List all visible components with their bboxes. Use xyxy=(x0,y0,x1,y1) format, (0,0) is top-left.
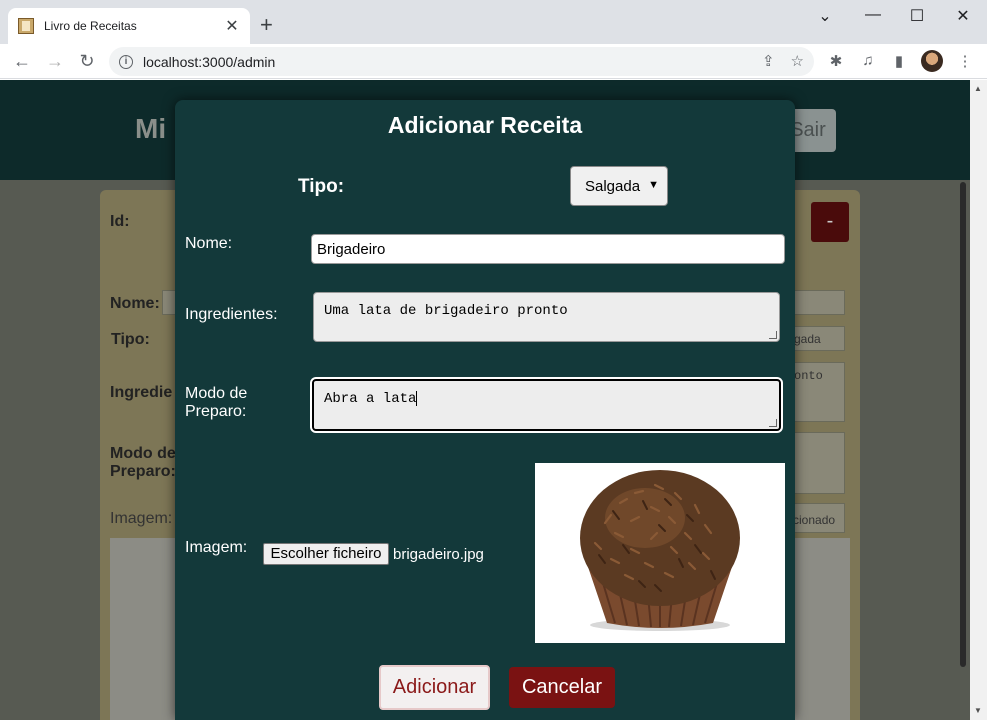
maximize-icon[interactable]: ☐ xyxy=(902,6,932,26)
choose-file-button[interactable]: Escolher ficheiro xyxy=(263,543,389,565)
tipo-label: Tipo: xyxy=(111,331,150,348)
book-icon xyxy=(18,18,34,34)
site-brand: Mi xyxy=(135,113,167,144)
modo-label-line1: Modo de xyxy=(110,445,176,462)
close-window-icon[interactable]: ✕ xyxy=(948,6,978,26)
nome-label: Nome: xyxy=(110,295,160,312)
ingredientes-textarea-bg[interactable]: onto xyxy=(790,362,845,422)
bookmark-star-icon[interactable]: ☆ xyxy=(791,52,804,70)
minimize-icon[interactable]: — xyxy=(858,6,888,24)
add-button[interactable]: Adicionar xyxy=(379,665,490,710)
resize-handle-icon[interactable] xyxy=(769,331,777,339)
menu-icon[interactable]: ⋮ xyxy=(955,52,975,70)
scroll-thumb[interactable] xyxy=(960,182,966,667)
extensions-icon[interactable]: ✱ xyxy=(826,52,846,70)
modo-label-line1: Modo de xyxy=(185,385,248,402)
imagem-label: Imagem: xyxy=(110,510,173,527)
address-bar[interactable]: i localhost:3000/admin ⇪ ☆ xyxy=(109,47,814,76)
add-recipe-modal: Adicionar Receita Tipo: Salgada ▼ Nome: … xyxy=(175,100,795,720)
share-icon[interactable]: ⇪ xyxy=(762,52,775,70)
tipo-select-value: Salgada xyxy=(585,177,641,195)
tab-title: Livro de Receitas xyxy=(44,19,137,33)
modo-label-line2: Preparo: xyxy=(185,403,247,420)
cancel-button[interactable]: Cancelar xyxy=(509,667,615,708)
ingredientes-text: Uma lata de brigadeiro pronto xyxy=(324,303,568,319)
chevron-down-icon: ▼ xyxy=(648,179,659,191)
new-tab-icon[interactable]: + xyxy=(260,14,273,36)
browser-tab[interactable]: Livro de Receitas ✕ xyxy=(8,8,250,44)
resize-handle-icon[interactable] xyxy=(769,419,777,427)
modo-textarea-bg[interactable] xyxy=(790,432,845,494)
file-status-bg: cionado xyxy=(790,503,845,533)
modo-text: Abra a lata xyxy=(324,391,417,408)
page-scrollbar[interactable] xyxy=(970,80,987,720)
side-panel-icon[interactable]: ▮ xyxy=(889,52,909,70)
browser-tabstrip: Livro de Receitas ✕ + ⌄ — ☐ ✕ xyxy=(0,0,987,44)
tab-search-icon[interactable]: ⌄ xyxy=(810,6,840,26)
text-caret xyxy=(416,391,418,406)
url-text: localhost:3000/admin xyxy=(143,53,276,70)
modo-label-line2: Preparo: xyxy=(110,463,176,480)
forward-icon[interactable]: → xyxy=(45,51,65,71)
close-tab-icon[interactable]: ✕ xyxy=(224,16,240,36)
nome-input[interactable]: Brigadeiro xyxy=(311,234,785,264)
back-icon[interactable]: ← xyxy=(12,51,32,71)
site-info-icon[interactable]: i xyxy=(119,54,133,69)
brigadeiro-image xyxy=(580,470,740,631)
modo-textarea[interactable]: Abra a lata xyxy=(312,379,781,431)
tipo-label: Tipo: xyxy=(298,176,345,197)
modal-title: Adicionar Receita xyxy=(387,112,583,138)
nome-label: Nome: xyxy=(185,235,233,252)
file-name: brigadeiro.jpg xyxy=(393,546,484,563)
ingredientes-textarea[interactable]: Uma lata de brigadeiro pronto xyxy=(313,292,780,342)
media-icon[interactable]: ♫ xyxy=(858,52,878,69)
ingredientes-label: Ingredie xyxy=(110,384,173,401)
tipo-select-bg[interactable]: gada xyxy=(790,326,845,351)
reload-icon[interactable]: ↻ xyxy=(77,51,97,71)
imagem-label: Imagem: xyxy=(185,539,248,556)
ingredientes-label: Ingredientes: xyxy=(185,306,278,323)
browser-toolbar: ← → ↻ i localhost:3000/admin ⇪ ☆ ✱ ♫ ▮ ⋮ xyxy=(0,44,987,79)
recipe-image-preview xyxy=(535,463,785,643)
delete-button[interactable]: - xyxy=(811,202,849,242)
tipo-select[interactable]: Salgada ▼ xyxy=(570,166,668,206)
scroll-up-icon[interactable]: ▲ xyxy=(974,84,982,93)
profile-avatar[interactable] xyxy=(921,50,943,72)
id-label: Id: xyxy=(110,213,130,230)
scroll-down-icon[interactable]: ▼ xyxy=(974,706,982,715)
